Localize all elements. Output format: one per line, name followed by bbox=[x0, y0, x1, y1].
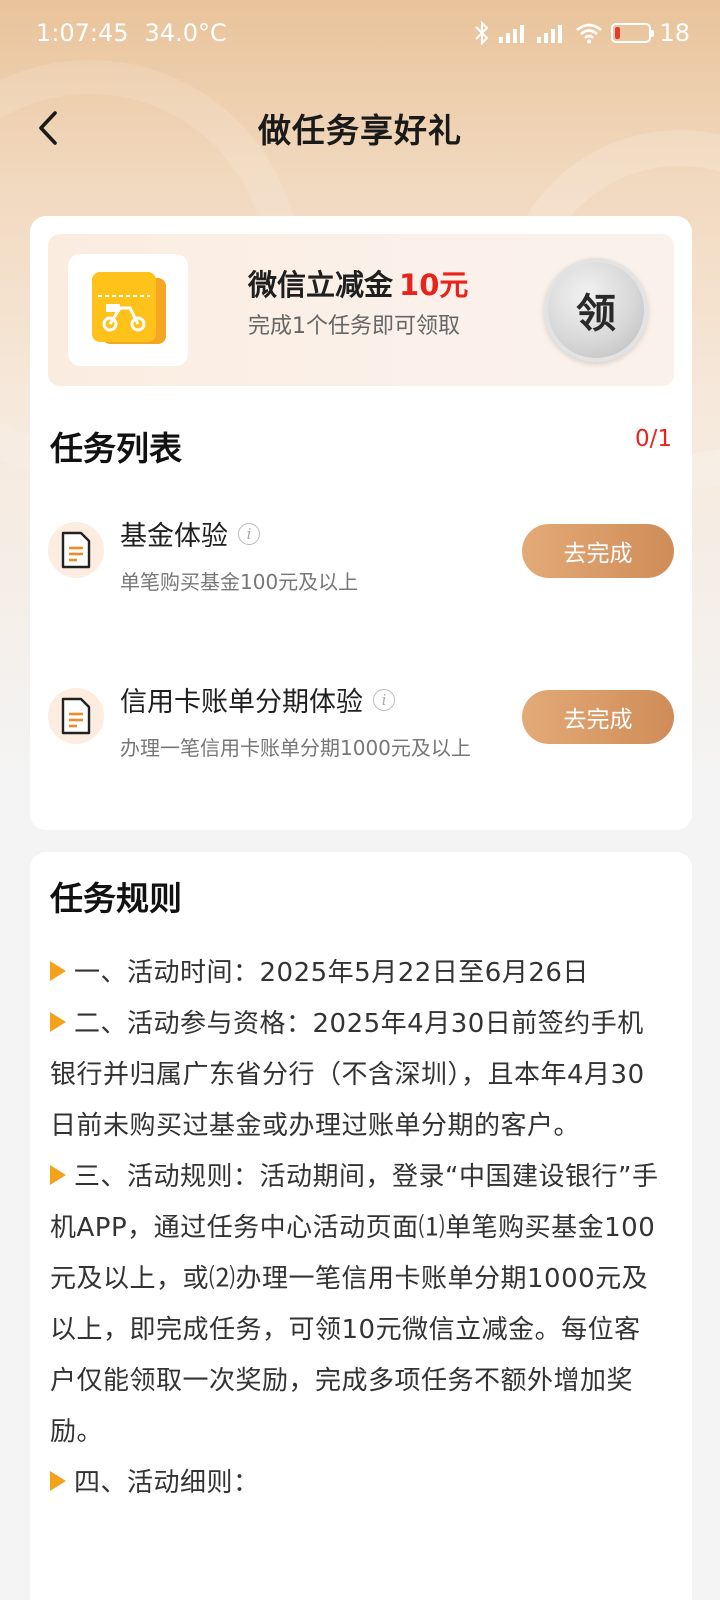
signal-icon bbox=[499, 25, 525, 43]
rules-title: 任务规则 bbox=[50, 879, 182, 918]
battery-icon bbox=[611, 23, 655, 43]
info-icon[interactable]: i bbox=[373, 688, 395, 711]
status-time: 1:07:45 bbox=[36, 19, 129, 47]
bluetooth-icon bbox=[475, 21, 489, 45]
back-button[interactable] bbox=[24, 104, 72, 152]
reward-description: 完成1个任务即可领取 bbox=[248, 314, 460, 339]
task-name: 基金体验 i bbox=[120, 514, 260, 553]
page-title: 做任务享好礼 bbox=[258, 111, 462, 150]
tasks-card: 微信立减金 10元 完成1个任务即可领取 领 任务列表 0/1 基金体验 i 单笔… bbox=[30, 216, 692, 830]
chevron-left-icon bbox=[39, 111, 57, 145]
info-icon[interactable]: i bbox=[238, 522, 260, 545]
rule-text: 一、活动时间：2025年5月22日至6月26日 bbox=[74, 958, 589, 988]
signal-icon bbox=[537, 25, 563, 43]
rule-paragraph: 四、活动细则： bbox=[50, 1458, 666, 1509]
task-description: 单笔购买基金100元及以上 bbox=[120, 570, 359, 594]
status-bar: 1:07:45 34.0°C 18 bbox=[0, 0, 720, 66]
rules-body: 一、活动时间：2025年5月22日至6月26日 二、活动参与资格：2025年4月… bbox=[50, 948, 666, 1509]
go-complete-button[interactable]: 去完成 bbox=[522, 690, 674, 744]
reward-banner: 微信立减金 10元 完成1个任务即可领取 领 bbox=[48, 234, 674, 386]
reward-title: 微信立减金 10元 bbox=[248, 262, 468, 304]
top-nav: 做任务享好礼 bbox=[0, 90, 720, 166]
bullet-arrow-icon bbox=[50, 1164, 66, 1185]
task-item: 信用卡账单分期体验 i 办理一笔信用卡账单分期1000元及以上 去完成 bbox=[48, 680, 674, 770]
bullet-arrow-icon bbox=[50, 1470, 66, 1491]
document-icon bbox=[48, 522, 104, 578]
rule-paragraph: 一、活动时间：2025年5月22日至6月26日 bbox=[50, 948, 666, 999]
rules-card: 任务规则 一、活动时间：2025年5月22日至6月26日 二、活动参与资格：20… bbox=[30, 852, 692, 1600]
battery-level: 18 bbox=[659, 19, 690, 47]
reward-amount: 10元 bbox=[399, 268, 469, 302]
document-icon bbox=[48, 688, 104, 744]
rule-text: 三、活动规则：活动期间，登录“中国建设银行”手机APP，通过任务中心活动页面⑴单… bbox=[50, 1162, 659, 1447]
task-title: 基金体验 bbox=[120, 521, 228, 552]
status-temperature: 34.0°C bbox=[144, 19, 227, 47]
go-complete-button[interactable]: 去完成 bbox=[522, 524, 674, 578]
task-title: 信用卡账单分期体验 bbox=[120, 687, 363, 718]
bullet-arrow-icon bbox=[50, 960, 66, 981]
task-description: 办理一笔信用卡账单分期1000元及以上 bbox=[120, 736, 471, 760]
rule-paragraph: 二、活动参与资格：2025年4月30日前签约手机银行并归属广东省分行（不含深圳）… bbox=[50, 999, 666, 1152]
wifi-icon bbox=[576, 23, 603, 44]
task-list-title: 任务列表 bbox=[50, 429, 182, 468]
task-progress-count: 0/1 bbox=[634, 426, 672, 452]
rule-text: 四、活动细则： bbox=[74, 1468, 260, 1498]
coupon-scooter-icon bbox=[92, 272, 166, 344]
rule-text: 二、活动参与资格：2025年4月30日前签约手机银行并归属广东省分行（不含深圳）… bbox=[50, 1009, 645, 1141]
reward-name: 微信立减金 bbox=[248, 268, 394, 302]
rule-paragraph: 三、活动规则：活动期间，登录“中国建设银行”手机APP，通过任务中心活动页面⑴单… bbox=[50, 1152, 666, 1458]
bullet-arrow-icon bbox=[50, 1011, 66, 1032]
task-name: 信用卡账单分期体验 i bbox=[120, 680, 395, 719]
claim-button[interactable]: 领 bbox=[544, 258, 648, 362]
reward-image bbox=[68, 254, 188, 366]
task-item: 基金体验 i 单笔购买基金100元及以上 去完成 bbox=[48, 514, 674, 604]
